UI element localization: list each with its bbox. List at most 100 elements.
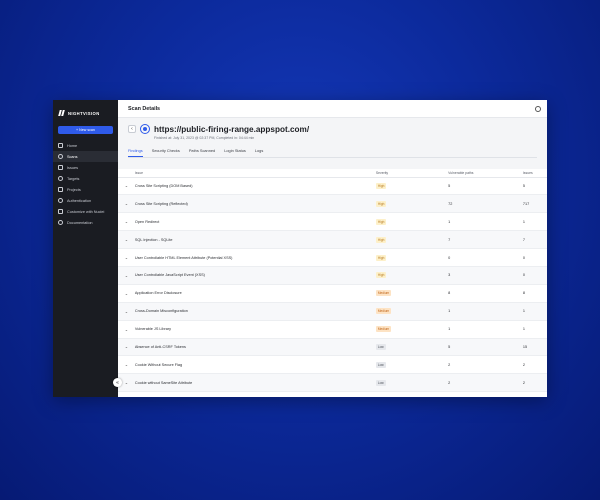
app-window: NIGHTVISION + New scan Home Scans Issues Ta…	[53, 100, 547, 397]
chevron-down-icon[interactable]: ⌄	[125, 201, 128, 206]
expand-cell[interactable]: ⌄	[118, 177, 135, 196]
tab-paths-scanned[interactable]: Paths Scanned	[189, 148, 215, 157]
severity-badge: High	[375, 272, 387, 279]
expand-cell[interactable]: ⌄	[118, 194, 135, 214]
header-issue[interactable]: Issue	[134, 169, 376, 178]
target-url: https://public-firing-range.appspot.com/	[154, 124, 310, 134]
issue-name: Vulnerable JS Library	[134, 320, 376, 339]
target-row: ‹ https://public-firing-range.appspot.co…	[128, 124, 537, 134]
chevron-down-icon[interactable]: ⌄	[125, 362, 128, 367]
issue-name: Application Error Disclosure	[134, 284, 376, 303]
tab-logs[interactable]: Logs	[255, 148, 263, 157]
vulnerable-paths-count: 1	[448, 302, 523, 321]
severity-badge: High	[375, 218, 387, 225]
table-row[interactable]: ⌄ Vulnerable JS Library Medium 1 1	[118, 320, 547, 339]
logo-text: NIGHTVISION	[68, 110, 100, 116]
new-scan-button[interactable]: + New scan	[58, 126, 113, 134]
tab-login-status[interactable]: Login Status	[224, 148, 246, 157]
vulnerable-paths-count: 1	[448, 212, 523, 232]
severity-cell: High	[375, 212, 449, 232]
table-row[interactable]: ⌄ User Controllable JavaScript Event (XSS…	[118, 266, 547, 285]
issues-count: 2	[522, 355, 547, 375]
vulnerable-paths-count: 2	[448, 373, 523, 393]
table-row[interactable]: ⌄ Cross-Domain Misconfiguration Medium 1 1	[118, 302, 547, 321]
issues-count: 0	[522, 248, 547, 267]
table-row[interactable]: ⌄ SQL Injection - SQLite High 7 7	[118, 230, 547, 250]
header-vulnerable-paths[interactable]: Vulnerable paths	[448, 169, 523, 178]
chevron-down-icon[interactable]: ⌄	[125, 183, 128, 188]
expand-cell[interactable]: ⌄	[118, 302, 135, 321]
issues-count: 1	[522, 302, 547, 321]
expand-cell[interactable]: ⌄	[118, 212, 135, 232]
sidebar-item-targets[interactable]: Targets	[53, 173, 118, 184]
page-title: Scan Details	[128, 105, 161, 112]
nuclei-icon	[58, 209, 63, 214]
chevron-down-icon[interactable]: ⌄	[125, 380, 128, 385]
table-row[interactable]: ⌄ Absence of Anti-CSRF Tokens Low 5 15	[118, 338, 547, 357]
vulnerable-paths-count: 0	[448, 248, 523, 267]
chevron-down-icon[interactable]: ⌄	[125, 237, 128, 242]
scan-meta: Finished at: July 31, 2023 @ 02:37 PM, C…	[154, 136, 255, 140]
chevron-down-icon[interactable]: ⌄	[125, 255, 128, 260]
table-row[interactable]: ⌄ Cross Site Scripting (Reflected) High 72 7…	[118, 194, 547, 214]
vulnerable-paths-count: 72	[448, 194, 523, 214]
back-button[interactable]: ‹	[128, 125, 136, 133]
issues-count: 5	[522, 177, 547, 196]
sidebar-item-home[interactable]: Home	[53, 140, 118, 151]
chevron-down-icon[interactable]: ⌄	[125, 344, 128, 349]
sidebar-item-scans[interactable]: Scans	[53, 151, 118, 162]
tab-findings[interactable]: Findings	[128, 148, 143, 157]
expand-cell[interactable]: ⌄	[118, 248, 135, 267]
table-row[interactable]: ⌄ Application Error Disclosure Medium 8 8	[118, 284, 547, 303]
sidebar-item-customize-with-nuclei[interactable]: Customize with Nuclei	[53, 206, 118, 217]
findings-table: Issue Severity Vulnerable paths Issues ⌄…	[118, 169, 547, 393]
issues-count: 2	[522, 373, 547, 393]
issue-name: Cookie without SameSite Attribute	[134, 373, 376, 393]
sidebar-item-label: Authentication	[67, 198, 92, 203]
user-icon[interactable]	[535, 105, 541, 112]
sidebar-item-authentication[interactable]: Authentication	[53, 195, 118, 206]
chevron-down-icon[interactable]: ⌄	[125, 273, 128, 278]
header-severity[interactable]: Severity	[375, 169, 449, 178]
sidebar-item-projects[interactable]: Projects	[53, 184, 118, 195]
severity-cell: Medium	[375, 320, 449, 339]
severity-badge: Low	[375, 379, 386, 386]
issues-count: 0	[522, 266, 547, 285]
issues-count: 15	[522, 338, 547, 357]
header-expand	[118, 169, 135, 178]
tab-security-checks[interactable]: Security Checks	[152, 148, 180, 157]
table-row[interactable]: ⌄ Cookie without SameSite Attribute Low 2 2	[118, 373, 547, 393]
severity-badge: High	[375, 200, 387, 207]
chevron-down-icon[interactable]: ⌄	[125, 291, 128, 296]
topbar: Scan Details	[118, 100, 547, 118]
vulnerable-paths-count: 3	[448, 266, 523, 285]
expand-cell[interactable]: ⌄	[118, 355, 135, 375]
severity-cell: High	[375, 266, 449, 285]
issue-name: Open Redirect	[134, 212, 376, 232]
expand-cell[interactable]: ⌄	[118, 320, 135, 339]
severity-cell: High	[375, 248, 449, 267]
expand-cell[interactable]: ⌄	[118, 266, 135, 285]
table-row[interactable]: ⌄ User Controllable HTML Element Attribut…	[118, 248, 547, 267]
chevron-down-icon[interactable]: ⌄	[125, 309, 128, 314]
sidebar-item-label: Home	[67, 143, 78, 148]
expand-cell[interactable]: ⌄	[118, 338, 135, 357]
collapse-sidebar-button[interactable]: «	[113, 378, 122, 387]
vulnerable-paths-count: 2	[448, 355, 523, 375]
table-row[interactable]: ⌄ Cookie Without Secure Flag Low 2 2	[118, 355, 547, 375]
logo[interactable]: NIGHTVISION	[53, 100, 118, 126]
chevron-down-icon[interactable]: ⌄	[125, 219, 128, 224]
sidebar-item-issues[interactable]: Issues	[53, 162, 118, 173]
expand-cell[interactable]: ⌄	[118, 230, 135, 250]
docs-icon	[58, 220, 63, 225]
issues-count: 1	[522, 320, 547, 339]
issues-count: 1	[522, 212, 547, 232]
table-row[interactable]: ⌄ Open Redirect High 1 1	[118, 212, 547, 232]
issues-count: 8	[522, 284, 547, 303]
issue-name: Cross-Domain Misconfiguration	[134, 302, 376, 321]
header-issues[interactable]: Issues	[522, 169, 547, 178]
chevron-down-icon[interactable]: ⌄	[125, 327, 128, 332]
table-row[interactable]: ⌄ Cross Site Scripting (DOM Based) High 5 5	[118, 177, 547, 196]
sidebar-item-documentation[interactable]: Documentation	[53, 217, 118, 228]
expand-cell[interactable]: ⌄	[118, 284, 135, 303]
